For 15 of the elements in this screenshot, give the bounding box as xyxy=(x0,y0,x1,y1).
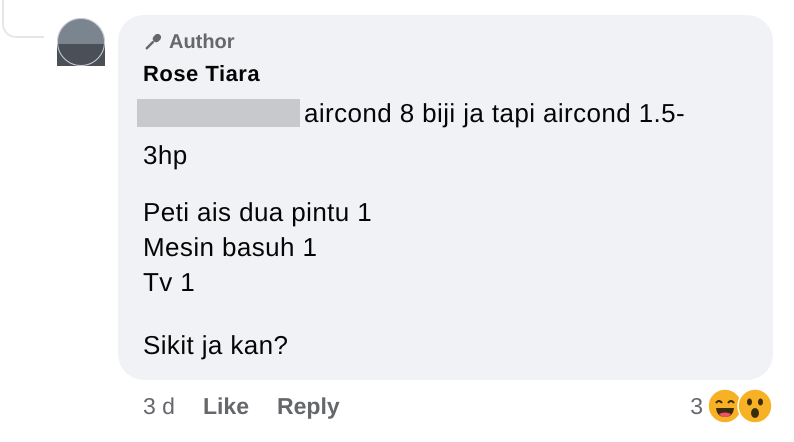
comment-text: Sikit ja kan? xyxy=(143,329,290,362)
reaction-count[interactable]: 3 xyxy=(690,392,703,420)
comment-time[interactable]: 3 d xyxy=(143,392,175,420)
comment-text: 3hp xyxy=(143,139,189,172)
surprised-emoji-icon[interactable] xyxy=(737,388,773,424)
comment-action-link[interactable]: Reply xyxy=(277,392,340,420)
author-label: Author xyxy=(169,30,235,54)
comment-text: aircond 8 biji ja tapi aircond 1.5- xyxy=(304,97,686,130)
comment-text: Mesin basuh 1 xyxy=(143,231,318,264)
author-name[interactable]: Rose Tiara xyxy=(143,61,260,87)
microphone-icon xyxy=(143,32,163,52)
comment-text: Peti ais dua pintu 1 xyxy=(143,196,374,229)
comment-action-link[interactable]: Like xyxy=(202,392,250,420)
avatar-photo-placeholder[interactable] xyxy=(57,18,105,66)
comment-text: Tv 1 xyxy=(143,266,196,299)
